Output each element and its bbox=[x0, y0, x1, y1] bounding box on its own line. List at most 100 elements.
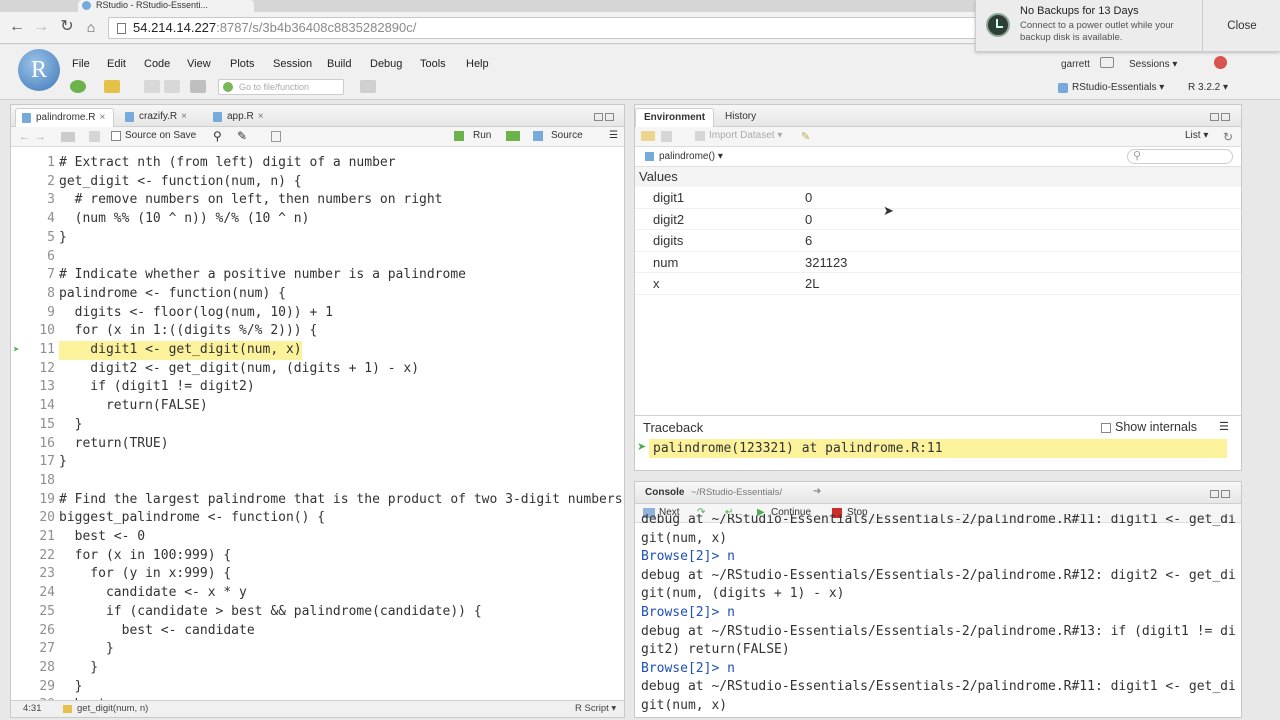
clear-broom-icon[interactable]: ✎ bbox=[801, 130, 810, 143]
code-line[interactable]: 9 digits <- floor(log(num, 10)) + 1 bbox=[11, 304, 624, 323]
code-line[interactable]: 27 } bbox=[11, 640, 624, 659]
code-line[interactable]: 6 bbox=[11, 248, 624, 267]
close-tab-icon[interactable]: × bbox=[181, 111, 187, 122]
line-number[interactable]: 7 bbox=[11, 266, 55, 285]
console-output[interactable]: debug at ~/RStudio-Essentials/Essentials… bbox=[635, 514, 1241, 717]
code-line[interactable]: 29 } bbox=[11, 678, 624, 697]
environment-search-input[interactable]: ⚲ bbox=[1127, 149, 1233, 164]
line-number[interactable]: 27 bbox=[11, 640, 55, 659]
menu-session[interactable]: Session bbox=[273, 58, 312, 70]
code-line[interactable]: 5} bbox=[11, 229, 624, 248]
import-dataset-button[interactable]: Import Dataset ▾ bbox=[709, 130, 782, 141]
list-view-menu[interactable]: List ▾ bbox=[1185, 130, 1208, 141]
environment-value-row[interactable]: digits 6 bbox=[635, 230, 1241, 252]
line-number[interactable]: 26 bbox=[11, 622, 55, 641]
line-number[interactable]: 5 bbox=[11, 229, 55, 248]
outline-icon[interactable]: ☰ bbox=[609, 130, 618, 141]
code-line[interactable]: 13 if (digit1 != digit2) bbox=[11, 378, 624, 397]
line-number[interactable]: 6 bbox=[11, 248, 55, 267]
code-editor[interactable]: 1 # Extract nth (from left) digit of a nu… bbox=[11, 148, 624, 700]
line-number[interactable]: 22 bbox=[11, 547, 55, 566]
source-button[interactable]: Source bbox=[551, 130, 583, 141]
pane-minmax[interactable] bbox=[1210, 112, 1232, 122]
code-line[interactable]: 21 best <- 0 bbox=[11, 528, 624, 547]
address-bar[interactable]: 54.214.14.227:8787/s/3b4b36408c883528289… bbox=[108, 17, 978, 39]
environment-value-row[interactable]: digit2 0 bbox=[635, 209, 1241, 230]
save-icon[interactable] bbox=[144, 80, 160, 93]
close-tab-icon[interactable]: × bbox=[99, 112, 105, 123]
code-line[interactable]: 2 get_digit <- function(num, n) { bbox=[11, 173, 624, 192]
code-line[interactable]: 15 } bbox=[11, 416, 624, 435]
file-type-menu[interactable]: R Script ▾ bbox=[575, 701, 616, 717]
menu-help[interactable]: Help bbox=[466, 58, 489, 70]
close-tab-icon[interactable]: × bbox=[258, 111, 264, 122]
go-to-directory-icon[interactable]: ➜ bbox=[813, 486, 821, 497]
menu-code[interactable]: Code bbox=[144, 58, 170, 70]
pane-minmax[interactable] bbox=[1210, 489, 1232, 499]
show-internals-checkbox[interactable] bbox=[1101, 423, 1111, 433]
tab-environment[interactable]: Environment bbox=[635, 108, 715, 127]
code-line[interactable]: 14 return(FALSE) bbox=[11, 397, 624, 416]
load-workspace-icon[interactable] bbox=[641, 131, 655, 141]
tab-crazify[interactable]: crazify.R × bbox=[119, 108, 195, 127]
line-number[interactable]: 1 bbox=[11, 154, 55, 173]
line-number[interactable]: 18 bbox=[11, 472, 55, 491]
line-number[interactable]: 17 bbox=[11, 453, 55, 472]
code-line[interactable]: 4 (num %% (10 ^ n)) %/% (10 ^ n) bbox=[11, 210, 624, 229]
save-all-icon[interactable] bbox=[164, 80, 180, 93]
code-line[interactable]: 8 palindrome <- function(num) { bbox=[11, 285, 624, 304]
code-line[interactable]: 7 # Indicate whether a positive number is… bbox=[11, 266, 624, 285]
line-number[interactable]: 29 bbox=[11, 678, 55, 697]
code-line[interactable]: 10 for (x in 1:((digits %/% 2))) { bbox=[11, 322, 624, 341]
menu-plots[interactable]: Plots bbox=[230, 58, 254, 70]
tab-history[interactable]: History bbox=[717, 108, 764, 127]
show-in-window-icon[interactable] bbox=[61, 132, 75, 142]
code-line[interactable]: ➤ 11 digit1 <- get_digit(num, x) bbox=[11, 341, 624, 360]
r-version-menu[interactable]: R 3.2.2 ▾ bbox=[1188, 82, 1228, 93]
menu-build[interactable]: Build bbox=[327, 58, 351, 70]
code-line[interactable]: 12 digit2 <- get_digit(num, (digits + 1)… bbox=[11, 360, 624, 379]
environment-scope-menu[interactable]: palindrome() ▾ bbox=[659, 151, 723, 162]
menu-edit[interactable]: Edit bbox=[107, 58, 126, 70]
line-number[interactable]: 13 bbox=[11, 378, 55, 397]
code-line[interactable]: 3 # remove numbers on left, then numbers… bbox=[11, 191, 624, 210]
line-number[interactable]: 3 bbox=[11, 191, 55, 210]
open-project-icon[interactable] bbox=[104, 80, 120, 93]
pane-minmax[interactable] bbox=[594, 112, 616, 122]
line-number[interactable]: 2 bbox=[11, 173, 55, 192]
code-line[interactable]: 28 } bbox=[11, 659, 624, 678]
workspace-panes-icon[interactable] bbox=[360, 80, 376, 93]
tab-palindrome[interactable]: palindrome.R × bbox=[15, 108, 115, 127]
code-line[interactable]: 26 best <- candidate bbox=[11, 622, 624, 641]
compile-report-icon[interactable] bbox=[271, 131, 281, 142]
rerun-icon[interactable] bbox=[506, 131, 520, 141]
sessions-menu[interactable]: Sessions ▾ bbox=[1129, 59, 1177, 70]
new-file-icon[interactable] bbox=[70, 80, 86, 93]
search-icon[interactable]: ⚲ bbox=[213, 129, 222, 143]
line-number[interactable]: 8 bbox=[11, 285, 55, 304]
menu-file[interactable]: File bbox=[72, 58, 90, 70]
code-tools-icon[interactable]: ✎ bbox=[237, 129, 247, 143]
save-file-icon[interactable] bbox=[89, 131, 100, 142]
line-number[interactable]: 25 bbox=[11, 603, 55, 622]
browser-tab[interactable]: RStudio - RStudio-Essenti... bbox=[78, 0, 254, 12]
code-line[interactable]: 1 # Extract nth (from left) digit of a nu… bbox=[11, 154, 624, 173]
sign-out-icon[interactable] bbox=[1100, 57, 1114, 68]
environment-value-row[interactable]: digit1 0 bbox=[635, 187, 1241, 209]
code-line[interactable]: 17} bbox=[11, 453, 624, 472]
traceback-frame[interactable]: palindrome(123321) at palindrome.R:11 bbox=[649, 439, 1227, 458]
menu-view[interactable]: View bbox=[187, 58, 211, 70]
save-workspace-icon[interactable] bbox=[661, 131, 672, 142]
power-off-icon[interactable] bbox=[1214, 56, 1227, 69]
tab-app[interactable]: app.R × bbox=[207, 108, 272, 127]
line-number[interactable]: 14 bbox=[11, 397, 55, 416]
code-line[interactable]: 19 # Find the largest palindrome that is … bbox=[11, 491, 624, 510]
line-number[interactable]: 16 bbox=[11, 435, 55, 454]
home-icon[interactable]: ⌂ bbox=[82, 18, 100, 36]
run-button[interactable]: Run bbox=[473, 130, 491, 141]
environment-value-row[interactable]: x 2L bbox=[635, 273, 1241, 295]
back-icon[interactable]: ← bbox=[19, 131, 30, 143]
line-number[interactable]: 9 bbox=[11, 304, 55, 323]
print-icon[interactable] bbox=[190, 80, 206, 93]
refresh-icon[interactable]: ↻ bbox=[1223, 130, 1233, 144]
